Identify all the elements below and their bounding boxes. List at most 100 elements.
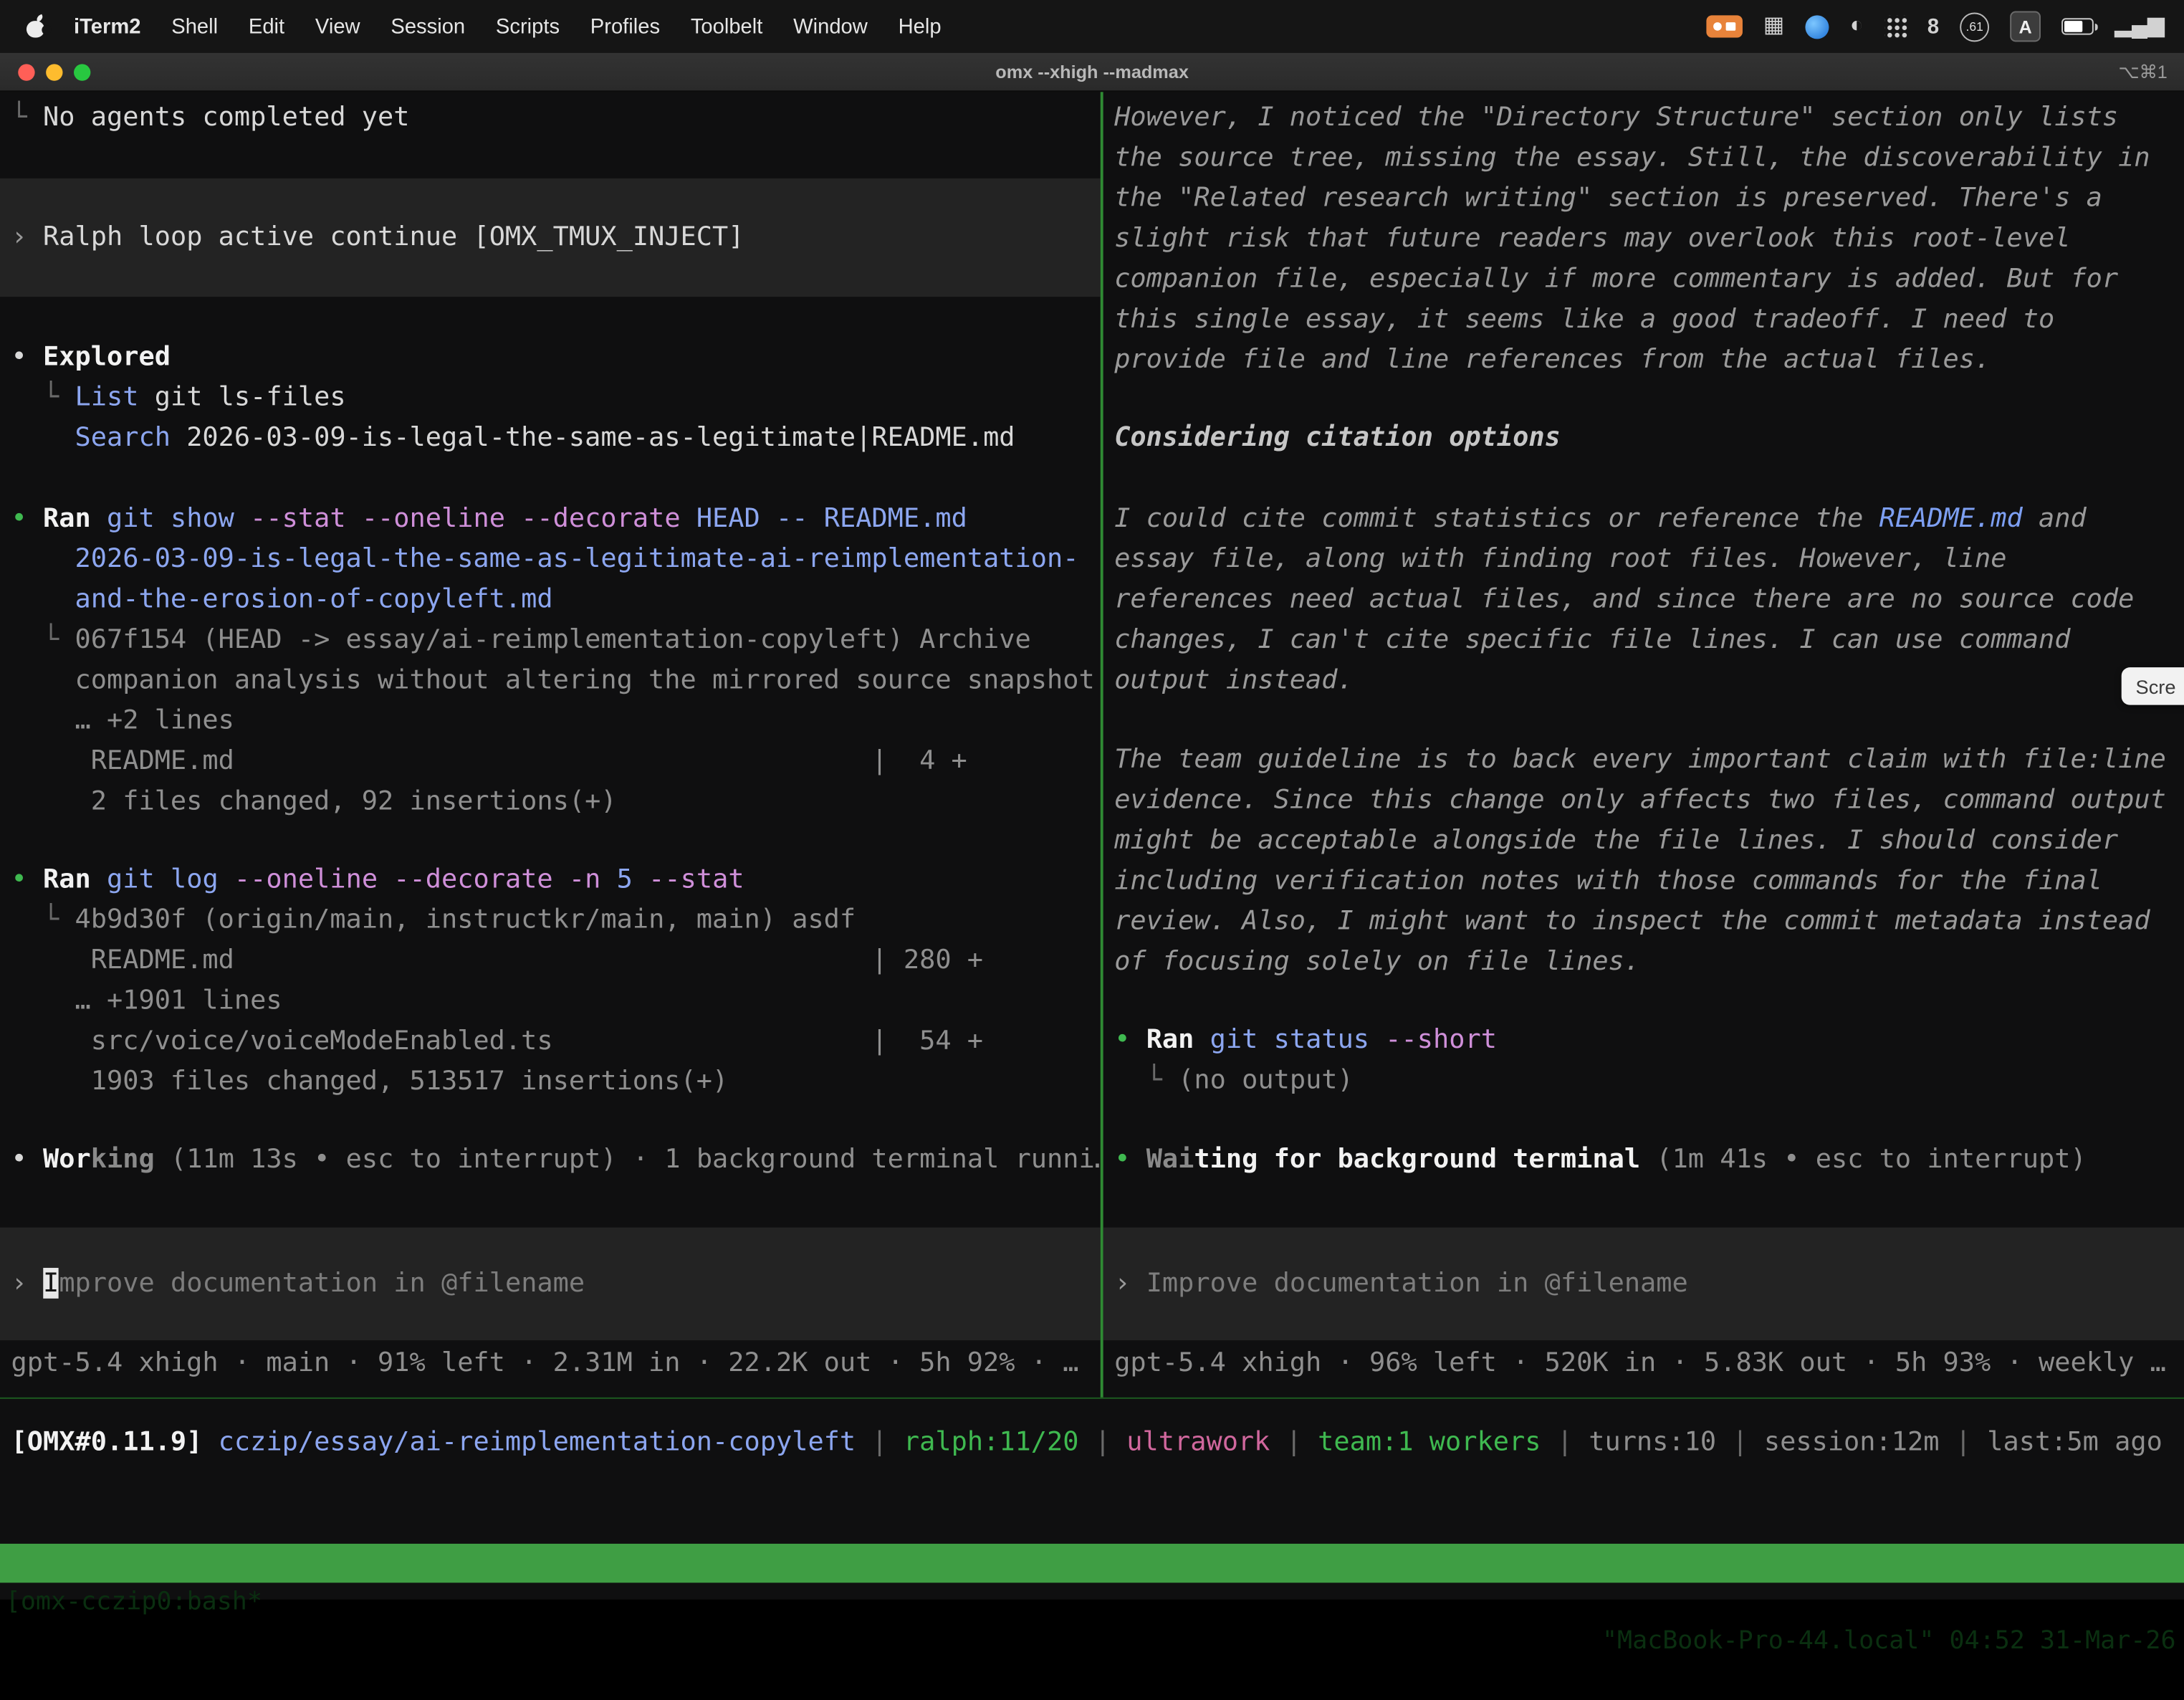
traffic-lights [18,63,90,80]
menu-item-shell[interactable]: Shell [156,14,234,38]
text-segment: | [1716,1427,1764,1458]
prompt-input-left[interactable]: › Improve documentation in @filename [0,1228,1101,1340]
text-segment: README.md [1879,503,2023,534]
thinking-paragraph-2: I could cite commit statistics or refere… [1114,499,2134,701]
menu-item-help[interactable]: Help [883,14,957,38]
text-segment: | [1079,1427,1127,1458]
screen-tooltip[interactable]: Scre [2122,667,2184,705]
terminal-line: of focusing solely on file lines. [1114,942,2166,982]
text-segment: | [1541,1427,1589,1458]
text-segment: gpt-5.4 xhigh · 96% left · 520K in · 5.8… [1114,1347,2166,1378]
model-statusline-right: gpt-5.4 xhigh · 96% left · 520K in · 5.8… [1114,1343,2166,1383]
text-segment: the "Related research writing" section i… [1114,183,2102,214]
text-segment: Ralph loop active continue [OMX_TMUX_INJ… [43,221,744,252]
terminal-line: • Explored [11,337,1015,377]
dots-grid-icon[interactable] [1884,15,1907,37]
text-segment: this single essay, it seems like a good … [1114,304,2054,335]
text-segment: Considering citation options [1114,422,1561,453]
menu-item-session[interactable]: Session [375,14,481,38]
terminal-line: review. Also, I might want to inspect th… [1114,902,2166,942]
recording-dot [1713,22,1722,31]
text-segment: team:1 workers [1318,1427,1541,1458]
text-segment: … +1901 lines [11,985,282,1016]
signal-icon[interactable]: ▂▄▆ [2114,15,2165,37]
text-segment: No agents completed yet [43,102,409,133]
apple-menu-icon[interactable] [25,14,47,38]
screen-recording-indicator[interactable] [1706,15,1743,37]
terminal-line: • Ran git log --oneline --decorate -n 5 … [11,859,983,899]
text-segment: git ls-files [138,382,345,413]
terminal-line: and-the-erosion-of-copyleft.md [11,580,1095,620]
dark-circle-icon[interactable]: ◐ [1850,15,1864,37]
input-source-icon[interactable]: A [2010,11,2041,42]
tmux-host-clock: "MacBook-Pro-44.local" 04:52 31-Mar-26 [1602,1622,2176,1661]
text-segment: … +2 lines [11,705,234,736]
text-segment: of focusing solely on file lines. [1114,946,1640,977]
text-segment: companion analysis without altering the … [11,664,1095,695]
menu-item-iterm2[interactable]: iTerm2 [59,14,156,38]
terminal-line: Search 2026-03-09-is-legal-the-same-as-l… [11,418,1015,458]
thinking-heading: Considering citation options [1114,418,1561,458]
text-segment: gpt-5.4 xhigh · main · 91% left · 2.31M … [11,1347,1079,1378]
inject-banner[interactable]: › Ralph loop active continue [OMX_TMUX_I… [0,178,1101,297]
menu-item-profiles[interactable]: Profiles [575,14,675,38]
text-segment: last:5m ago [1987,1427,2163,1458]
window-title: omx --xhigh --madmax [995,62,1189,82]
battery-icon[interactable] [2061,18,2094,34]
menu-item-window[interactable]: Window [778,14,883,38]
minimize-button[interactable] [46,63,62,80]
window-grid-icon[interactable]: ▦ [1763,15,1784,37]
figure-8-icon[interactable]: 8 [1927,14,1939,38]
text-segment: the source tree, missing the essay. Stil… [1114,142,2150,173]
text-segment: essay file, along with finding root file… [1114,543,2006,574]
text-segment: cczip/essay/ai-reimplementation-copyleft [219,1427,856,1458]
battery-percent-badge[interactable]: .61 [1960,12,1989,42]
thinking-paragraph-3: The team guideline is to back every impo… [1114,740,2166,982]
menu-item-view[interactable]: View [300,14,375,38]
terminal-line: Considering citation options [1114,418,1561,458]
text-segment: Search [75,422,171,453]
menu-item-scripts[interactable]: Scripts [481,14,575,38]
git-log-block: • Ran git log --oneline --decorate -n 5 … [11,859,983,1102]
close-button[interactable] [18,63,34,80]
text-segment: └ [11,382,75,413]
window-title-bar[interactable]: omx --xhigh --madmax ⌥⌘1 [0,53,2184,92]
text-segment: [OMX#0.11.9] [11,1427,219,1458]
text-segment: Improve documentation in @filename [1146,1268,1688,1299]
left-pane[interactable]: └ No agents completed yet › Ralph loop a… [0,92,1101,1398]
terminal-line: 1903 files changed, 513517 insertions(+) [11,1061,983,1102]
text-segment: | [856,1427,904,1458]
prompt-input-right-text: › Improve documentation in @filename [1103,1264,1688,1304]
text-segment: review. Also, I might want to inspect th… [1114,906,2150,937]
text-segment: | [1270,1427,1318,1458]
text-segment: including verification notes with those … [1114,865,2102,896]
terminal-line: provide file and line references from th… [1114,340,2150,380]
text-segment: 067f154 (HEAD -> essay/ai-reimplementati… [75,624,1031,655]
text-segment: Explored [43,341,171,372]
terminal-line: README.md | 4 + [11,741,1095,781]
text-segment: src/voice/voiceModeEnabled.ts | 54 + [11,1026,983,1056]
text-segment: README.md | 280 + [11,945,983,975]
text-segment: output instead. [1114,664,1354,695]
text-segment: └ [11,102,43,133]
text-segment: and-the-erosion-of-copyleft.md [11,584,553,615]
text-segment: 2026-03-09-is-legal-the-same-as-legitima… [171,422,1015,453]
menu-item-toolbelt[interactable]: Toolbelt [675,14,777,38]
menu-item-edit[interactable]: Edit [233,14,300,38]
text-segment: king [91,1144,155,1175]
terminal-line: └ 067f154 (HEAD -> essay/ai-reimplementa… [11,620,1095,660]
terminal-line: › Improve documentation in @filename [1114,1264,1688,1304]
terminal-line: However, I noticed the "Directory Struct… [1114,97,2150,138]
pane-bottom-border [0,1398,2184,1399]
text-segment: --short [1385,1024,1497,1055]
text-segment: references need actual files, and since … [1114,584,2134,615]
prompt-input-right[interactable]: › Improve documentation in @filename [1103,1228,2184,1340]
terminal-line: › Improve documentation in @filename [11,1264,585,1304]
right-pane[interactable]: However, I noticed the "Directory Struct… [1103,92,2184,1398]
text-segment: 2 files changed, 92 insertions(+) [11,785,617,816]
blue-app-icon[interactable] [1805,14,1829,38]
git-show-block: • Ran git show --stat --oneline --decora… [11,499,1095,822]
zoom-button[interactable] [74,63,90,80]
terminal-line: … +1901 lines [11,981,983,1021]
tmux-session-label: [omx-cczip0:bash* [6,1582,262,1621]
